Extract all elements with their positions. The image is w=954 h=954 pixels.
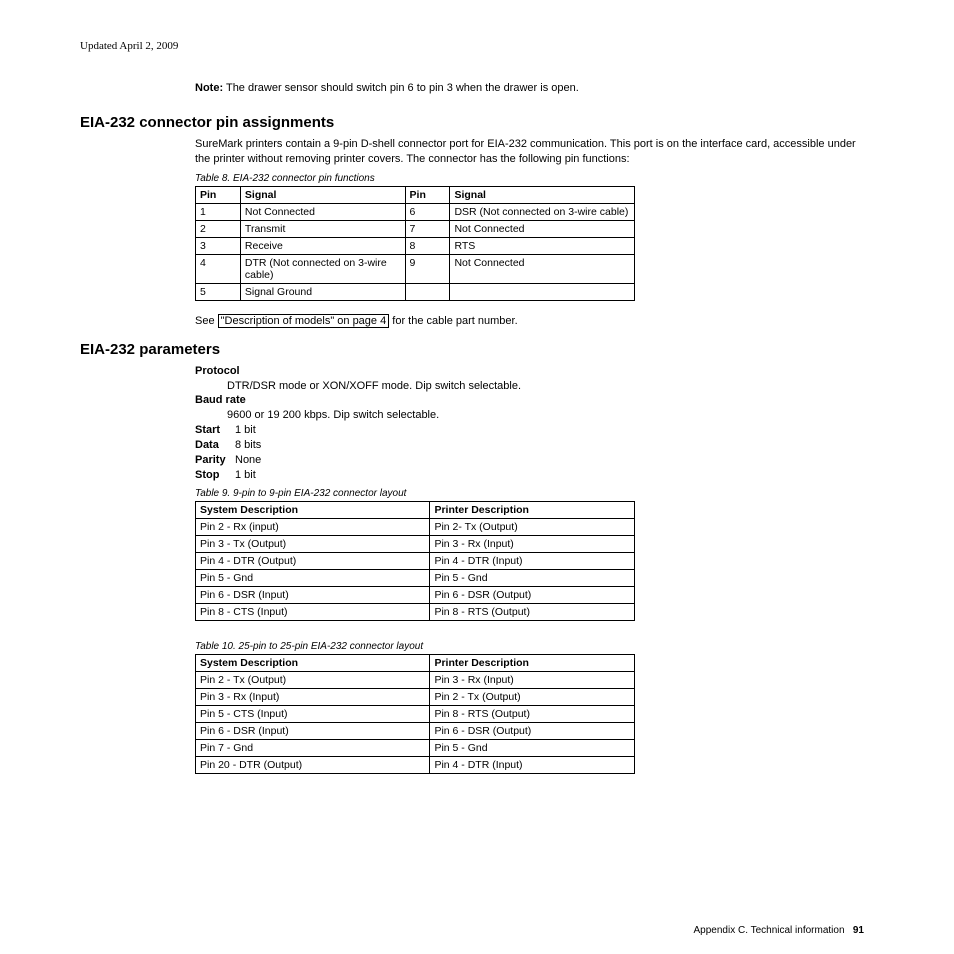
table9-caption: Table 9. 9-pin to 9-pin EIA-232 connecto… <box>195 488 874 499</box>
page-footer: Appendix C. Technical information 91 <box>0 925 954 936</box>
table8: Pin Signal Pin Signal 1Not Connected 6DS… <box>195 186 635 301</box>
def-protocol-label: Protocol <box>195 365 240 377</box>
table10-caption: Table 10. 25-pin to 25-pin EIA-232 conne… <box>195 641 874 652</box>
note-label: Note: <box>195 82 223 94</box>
definition-list: Protocol DTR/DSR mode or XON/XOFF mode. … <box>195 364 874 483</box>
def-data-label: Data <box>195 438 235 453</box>
def-parity-value: None <box>235 454 261 466</box>
def-start-value: 1 bit <box>235 424 256 436</box>
col-signal: Signal <box>240 186 405 203</box>
table-row: 4DTR (Not connected on 3-wire cable) 9No… <box>196 254 635 283</box>
table-row: 3Receive 8RTS <box>196 237 635 254</box>
def-parity-label: Parity <box>195 453 235 468</box>
section-heading-pin-assignments: EIA-232 connector pin assignments <box>80 114 874 131</box>
table-row: Pin 3 - Rx (Input)Pin 2 - Tx (Output) <box>196 689 635 706</box>
table-row: 1Not Connected 6DSR (Not connected on 3-… <box>196 203 635 220</box>
def-stop-label: Stop <box>195 468 235 483</box>
col-pin: Pin <box>405 186 450 203</box>
table-row: Pin 2 - Rx (input)Pin 2- Tx (Output) <box>196 519 635 536</box>
table-row: Pin 5 - CTS (Input)Pin 8 - RTS (Output) <box>196 706 635 723</box>
note: Note: The drawer sensor should switch pi… <box>195 82 874 94</box>
col-system: System Description <box>196 502 430 519</box>
def-protocol-value: DTR/DSR mode or XON/XOFF mode. Dip switc… <box>227 379 874 394</box>
table-row: Pin 8 - CTS (Input)Pin 8 - RTS (Output) <box>196 604 635 621</box>
col-signal: Signal <box>450 186 635 203</box>
table-row: Pin 2 - Tx (Output)Pin 3 - Rx (Input) <box>196 672 635 689</box>
table-header-row: System Description Printer Description <box>196 502 635 519</box>
table-row: Pin 3 - Tx (Output)Pin 3 - Rx (Input) <box>196 536 635 553</box>
table8-caption: Table 8. EIA-232 connector pin functions <box>195 173 874 184</box>
col-pin: Pin <box>196 186 241 203</box>
note-text: The drawer sensor should switch pin 6 to… <box>226 82 579 94</box>
table9: System Description Printer Description P… <box>195 501 635 621</box>
table-header-row: Pin Signal Pin Signal <box>196 186 635 203</box>
footer-text: Appendix C. Technical information <box>694 925 845 936</box>
table-row: Pin 4 - DTR (Output)Pin 4 - DTR (Input) <box>196 553 635 570</box>
table-row: Pin 6 - DSR (Input)Pin 6 - DSR (Output) <box>196 723 635 740</box>
def-data-value: 8 bits <box>235 439 261 451</box>
table10: System Description Printer Description P… <box>195 654 635 774</box>
page-number: 91 <box>853 925 864 936</box>
def-stop-value: 1 bit <box>235 469 256 481</box>
col-printer: Printer Description <box>430 502 635 519</box>
table-row: 5Signal Ground <box>196 283 635 300</box>
page: Updated April 2, 2009 Note: The drawer s… <box>0 0 954 810</box>
section-heading-parameters: EIA-232 parameters <box>80 341 874 358</box>
section-body-parameters: Protocol DTR/DSR mode or XON/XOFF mode. … <box>195 364 874 775</box>
table-row: 2Transmit 7Not Connected <box>196 220 635 237</box>
def-baud-label: Baud rate <box>195 394 246 406</box>
paragraph: SureMark printers contain a 9-pin D-shel… <box>195 137 874 167</box>
table-row: Pin 6 - DSR (Input)Pin 6 - DSR (Output) <box>196 587 635 604</box>
def-start-label: Start <box>195 423 235 438</box>
see-reference: See "Description of models" on page 4 fo… <box>195 315 874 327</box>
table-row: Pin 5 - GndPin 5 - Gnd <box>196 570 635 587</box>
col-system: System Description <box>196 655 430 672</box>
table-row: Pin 20 - DTR (Output)Pin 4 - DTR (Input) <box>196 757 635 774</box>
col-printer: Printer Description <box>430 655 635 672</box>
def-baud-value: 9600 or 19 200 kbps. Dip switch selectab… <box>227 408 874 423</box>
section-body-pin-assignments: SureMark printers contain a 9-pin D-shel… <box>195 137 874 327</box>
table-row: Pin 7 - GndPin 5 - Gnd <box>196 740 635 757</box>
crossref-link[interactable]: "Description of models" on page 4 <box>218 314 390 328</box>
updated-date: Updated April 2, 2009 <box>80 40 874 52</box>
table-header-row: System Description Printer Description <box>196 655 635 672</box>
